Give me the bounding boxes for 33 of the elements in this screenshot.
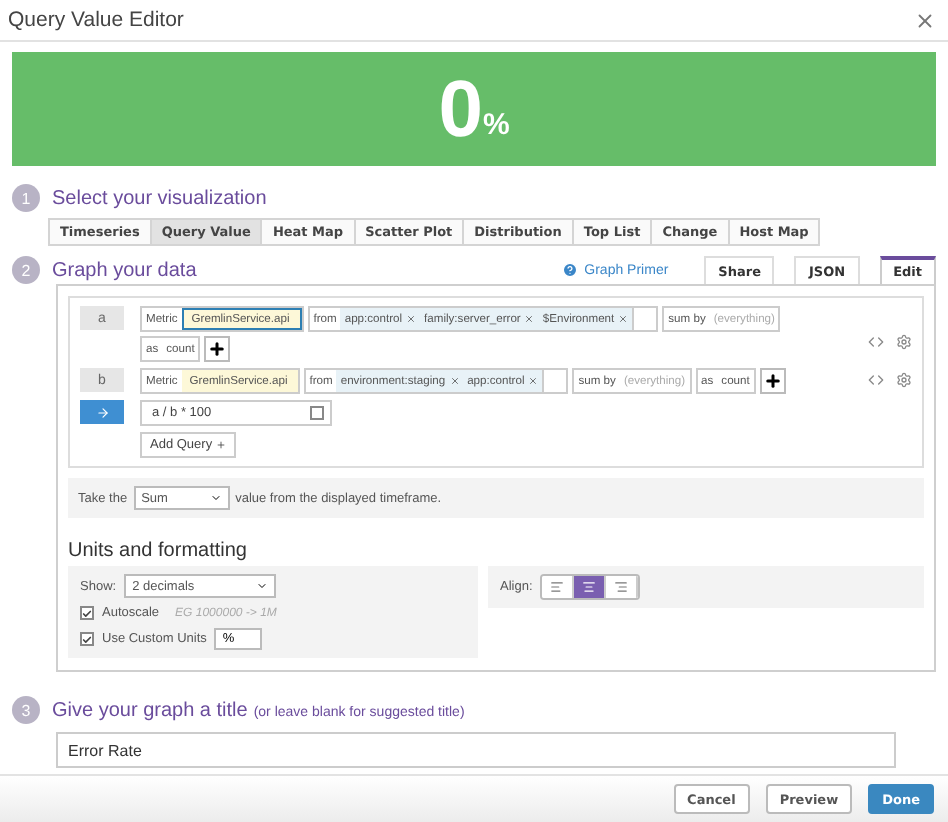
align-right-icon <box>614 580 629 594</box>
checkbox[interactable] <box>80 606 94 620</box>
help-icon <box>562 262 579 278</box>
caret-icon <box>256 580 269 592</box>
add-function-button[interactable] <box>759 368 786 394</box>
step-number: 1 <box>12 184 40 212</box>
align-left-icon <box>550 580 565 594</box>
step-title: Select your visualization <box>52 187 267 209</box>
code-icon[interactable] <box>868 334 884 350</box>
align-right-button[interactable] <box>606 576 639 598</box>
plus-icon <box>208 340 227 358</box>
expand-icon[interactable] <box>310 406 324 420</box>
preview-value: 0 <box>438 69 483 149</box>
plus-icon <box>763 372 782 390</box>
step-number: 2 <box>12 256 40 284</box>
section-heading: Units and formatting <box>68 540 249 562</box>
align-left-button[interactable] <box>542 576 575 598</box>
code-icon[interactable] <box>868 372 884 388</box>
settings-icon[interactable] <box>896 372 912 388</box>
close-icon[interactable] <box>914 9 936 31</box>
add-function-button[interactable] <box>204 336 231 362</box>
align-center-icon <box>582 580 597 594</box>
step-title: Graph your data <box>52 259 197 281</box>
step-number: 3 <box>12 696 40 724</box>
preview-unit: % <box>482 108 510 142</box>
align-center-button[interactable] <box>574 576 607 598</box>
window-title: Query Value Editor <box>8 8 184 32</box>
settings-icon[interactable] <box>896 334 912 350</box>
title-field[interactable]: Error Rate <box>56 732 896 768</box>
plus-icon <box>216 440 227 450</box>
arrow-icon <box>95 405 109 419</box>
checkbox[interactable] <box>80 632 94 646</box>
caret-icon <box>209 492 222 504</box>
